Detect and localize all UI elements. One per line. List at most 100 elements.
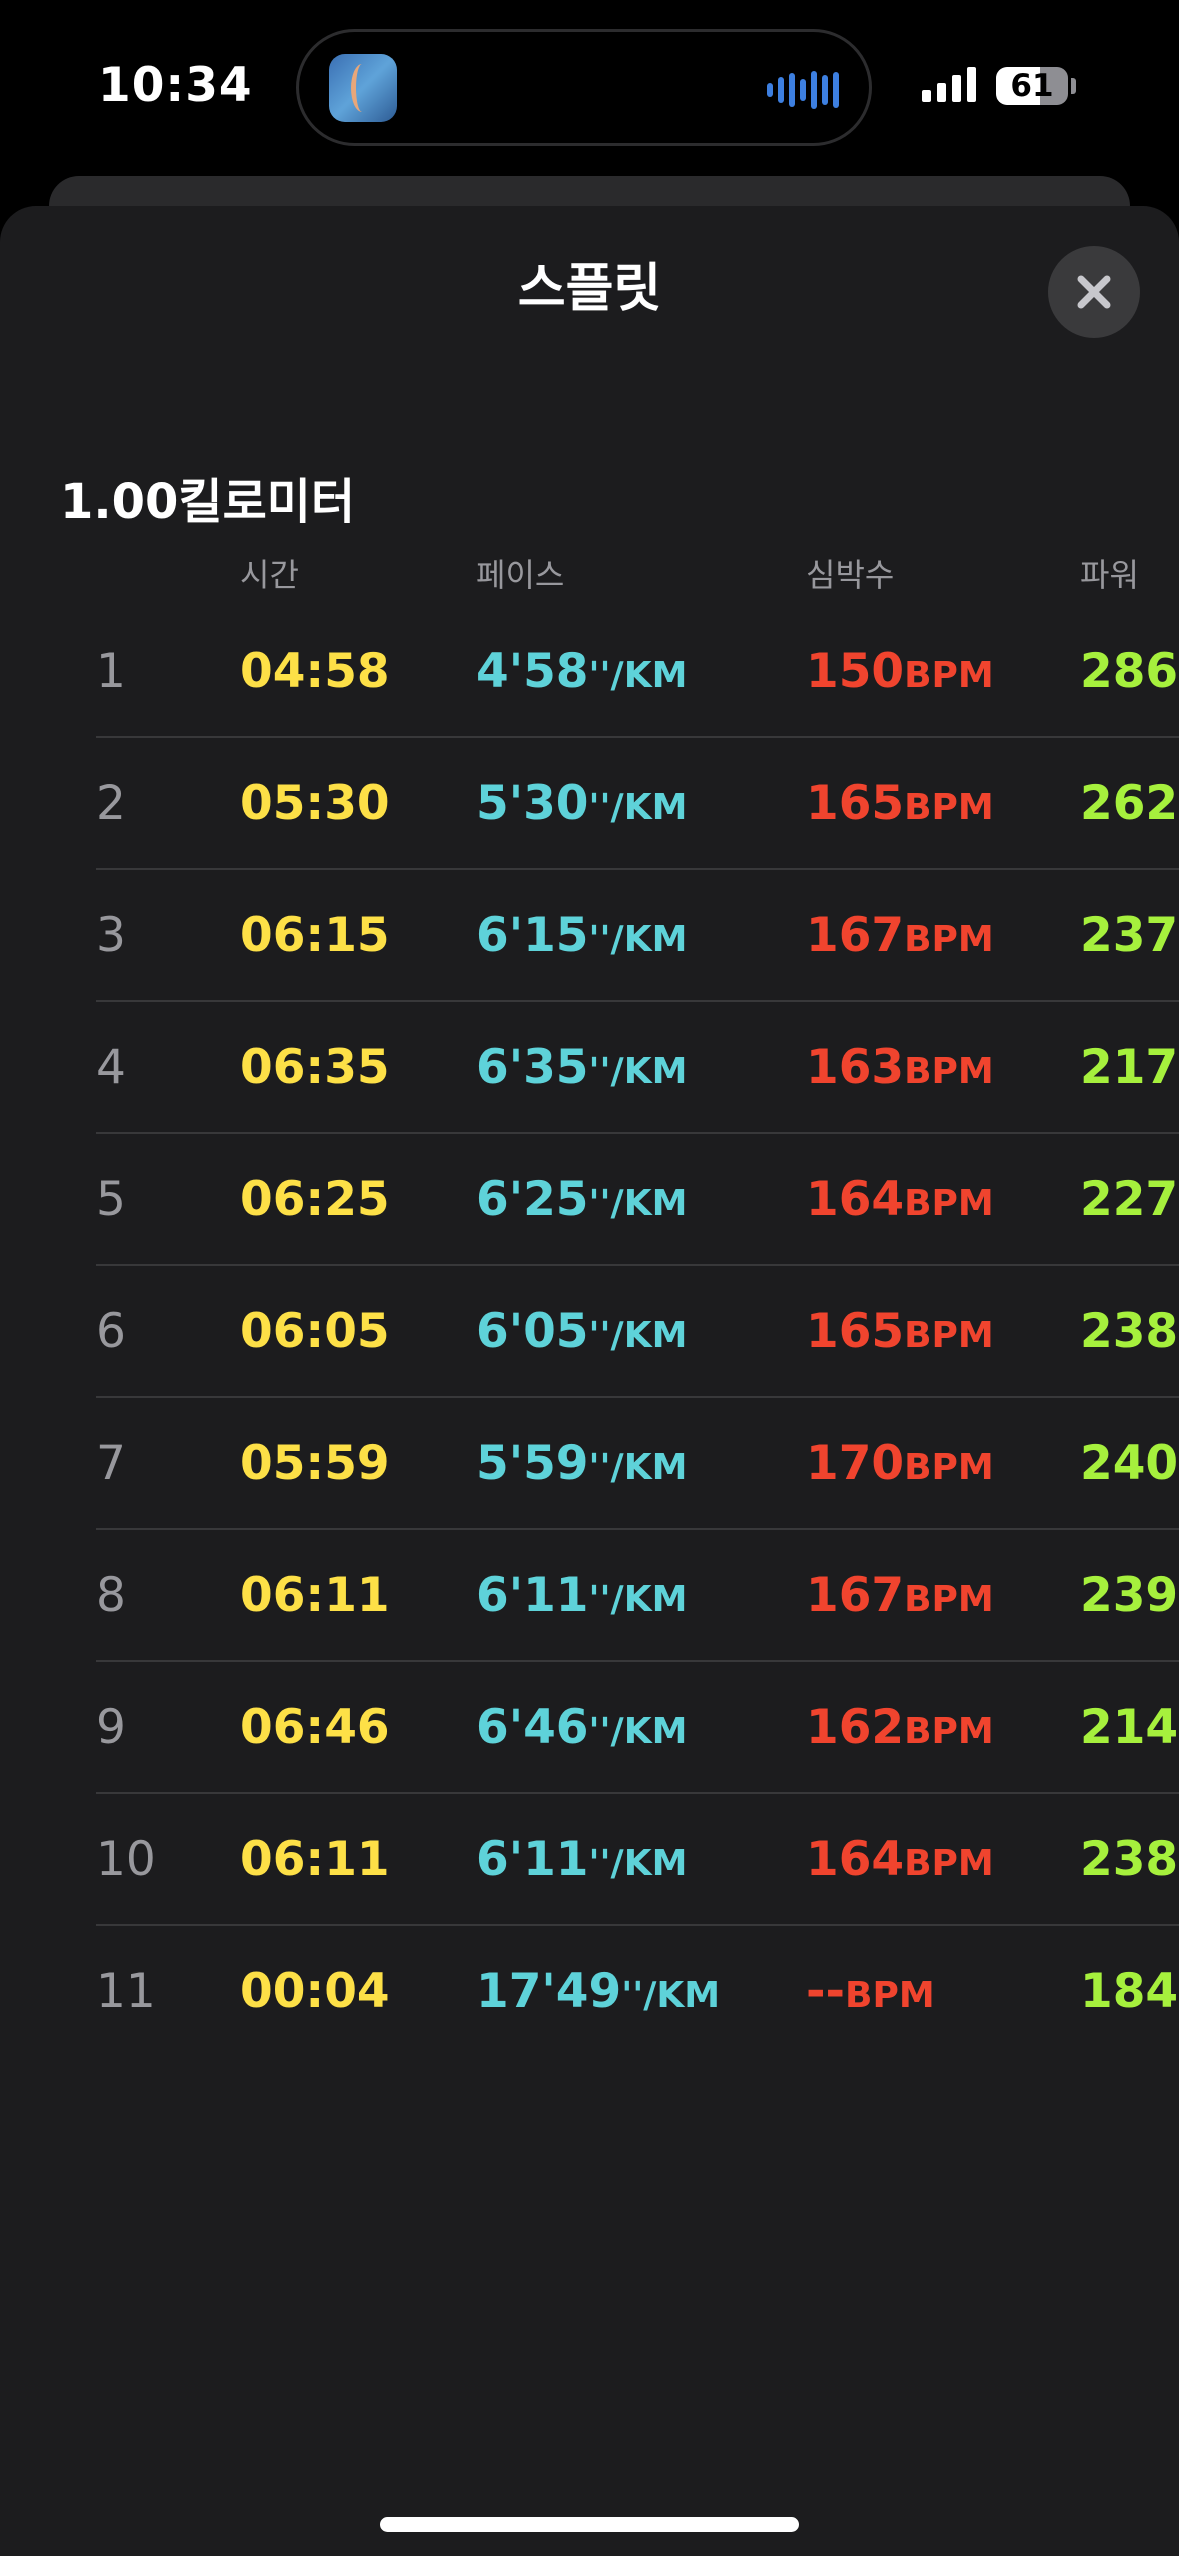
split-pace-unit: ''/KM [588,787,688,828]
split-power-value: 238 [1080,1832,1179,1887]
split-time: 06:25 [240,1134,390,1266]
split-heart-rate: 170BPM [806,1398,994,1530]
split-pace-unit: ''/KM [621,1975,721,2016]
split-row: 3 06:15 6'15''/KM 167BPM 237W [0,870,1179,1002]
split-power: 227W [1080,1134,1179,1266]
split-heart-rate-value: 162 [806,1700,905,1755]
split-heart-rate: 165BPM [806,738,994,870]
column-header-power: 파워 [1080,556,1139,594]
split-pace-value: 17'49 [476,1964,622,2019]
split-index-value: 5 [96,1172,126,1227]
split-heart-rate-unit: BPM [904,1579,994,1620]
split-power: 238W [1080,1266,1179,1398]
split-power: 262W [1080,738,1179,870]
home-indicator[interactable] [380,2517,799,2532]
split-heart-rate-unit: BPM [904,787,994,828]
split-pace: 6'11''/KM [476,1530,687,1662]
split-heart-rate: 167BPM [806,870,994,1002]
split-pace-value: 5'59 [476,1436,589,1491]
split-index-value: 8 [96,1568,126,1623]
split-index-value: 1 [96,644,126,699]
split-heart-rate-value: 163 [806,1040,905,1095]
split-time-value: 05:59 [240,1436,390,1491]
split-index: 6 [96,1266,126,1398]
split-heart-rate-unit: BPM [904,1711,994,1752]
split-heart-rate-unit: BPM [904,1843,994,1884]
split-index-value: 4 [96,1040,126,1095]
split-time-value: 06:25 [240,1172,390,1227]
split-row: 4 06:35 6'35''/KM 163BPM 217W [0,1002,1179,1134]
split-index: 8 [96,1530,126,1662]
split-heart-rate-value: 165 [806,776,905,831]
split-heart-rate: 164BPM [806,1794,994,1926]
split-power: 237W [1080,870,1179,1002]
split-pace: 5'30''/KM [476,738,687,870]
split-power-value: 238 [1080,1304,1179,1359]
split-power-value: 217 [1080,1040,1179,1095]
split-time-value: 00:04 [240,1964,390,2019]
split-power: 214W [1080,1662,1179,1794]
split-pace: 6'46''/KM [476,1662,687,1794]
split-pace-unit: ''/KM [588,919,688,960]
split-pace-value: 6'25 [476,1172,589,1227]
split-power-value: 286 [1080,644,1179,699]
split-power-value: 262 [1080,776,1179,831]
split-index-value: 7 [96,1436,126,1491]
split-pace-value: 6'15 [476,908,589,963]
sheet-title: 스플릿 [517,259,662,319]
split-heart-rate: --BPM [806,1926,935,2058]
split-index-value: 10 [96,1832,156,1887]
split-row: 8 06:11 6'11''/KM 167BPM 239W [0,1530,1179,1662]
battery-percent: 61 [1010,68,1054,104]
battery-tip [1071,78,1076,94]
split-power: 286W [1080,606,1179,738]
split-index: 3 [96,870,126,1002]
split-row: 7 05:59 5'59''/KM 170BPM 240W [0,1398,1179,1530]
split-index: 2 [96,738,126,870]
split-pace-value: 6'35 [476,1040,589,1095]
split-heart-rate-unit: BPM [904,1315,994,1356]
split-time: 06:35 [240,1002,390,1134]
split-index: 1 [96,606,126,738]
split-heart-rate-value: -- [806,1964,846,2019]
split-power: 238W [1080,1794,1179,1926]
column-header-heart-rate: 심박수 [806,556,895,594]
audio-waveform-icon [767,70,839,110]
split-time-value: 06:15 [240,908,390,963]
split-index-value: 6 [96,1304,126,1359]
split-power: 239W [1080,1530,1179,1662]
split-heart-rate-value: 170 [806,1436,905,1491]
split-pace: 6'05''/KM [476,1266,687,1398]
split-heart-rate: 167BPM [806,1530,994,1662]
split-index: 11 [96,1926,156,2058]
split-index-value: 11 [96,1964,156,2019]
split-time-value: 06:05 [240,1304,390,1359]
split-heart-rate-unit: BPM [904,919,994,960]
split-time: 06:11 [240,1794,390,1926]
split-row: 5 06:25 6'25''/KM 164BPM 227W [0,1134,1179,1266]
split-time-value: 06:11 [240,1568,390,1623]
split-heart-rate-value: 167 [806,1568,905,1623]
split-power-value: 239 [1080,1568,1179,1623]
split-time: 06:11 [240,1530,390,1662]
split-heart-rate: 163BPM [806,1002,994,1134]
split-heart-rate: 150BPM [806,606,994,738]
split-index-value: 2 [96,776,126,831]
split-heart-rate-unit: BPM [904,655,994,696]
split-power: 184W [1080,1926,1179,2058]
split-pace-unit: ''/KM [588,1183,688,1224]
split-heart-rate-unit: BPM [845,1975,935,2016]
dynamic-island[interactable] [296,29,872,146]
split-row: 6 06:05 6'05''/KM 165BPM 238W [0,1266,1179,1398]
cellular-signal-icon [922,66,976,102]
close-button[interactable] [1048,246,1140,338]
split-pace-value: 4'58 [476,644,589,699]
split-time: 06:46 [240,1662,390,1794]
split-heart-rate: 164BPM [806,1134,994,1266]
split-time-value: 04:58 [240,644,390,699]
split-pace-unit: ''/KM [588,1315,688,1356]
battery-icon: 61 [996,67,1068,105]
close-icon [1077,275,1111,309]
column-header-time: 시간 [240,556,299,594]
split-power-value: 184 [1080,1964,1179,2019]
